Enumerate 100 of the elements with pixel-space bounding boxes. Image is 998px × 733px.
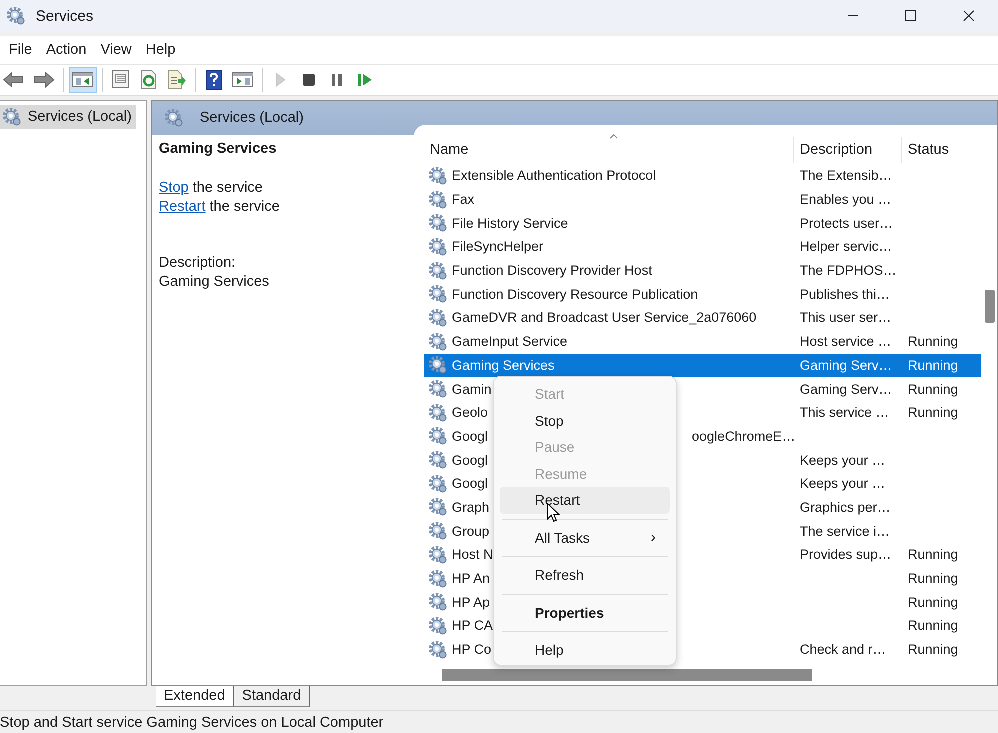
gear-icon [428, 450, 448, 470]
service-action-text: Restart the service [159, 198, 281, 217]
gear-icon [428, 592, 448, 612]
menu-item[interactable]: File [2, 40, 40, 60]
service-status: Running [908, 618, 958, 634]
service-action-link[interactable]: Restart [159, 199, 206, 215]
service-name: Gaming Services [452, 358, 555, 373]
window-title: Services [36, 8, 94, 24]
console-tree-icon [72, 71, 94, 89]
service-status: Running [908, 594, 958, 610]
column-header[interactable]: Name [424, 137, 794, 163]
service-description: Helper servic… [800, 239, 892, 254]
action-pane-icon [232, 71, 254, 89]
panel-title: Services (Local) [200, 110, 304, 126]
service-name: HP An [452, 571, 490, 586]
gear-icon [428, 260, 448, 281]
service-name: HP CA [452, 618, 494, 634]
description-text: Gaming Services [159, 273, 270, 292]
scrollbar-thumb[interactable] [442, 669, 812, 681]
selected-row[interactable]: Gaming Services Gaming Serv… Running [424, 354, 981, 378]
gear-icon [164, 108, 184, 128]
service-name: Geolo [452, 405, 488, 420]
gear-icon [428, 355, 448, 376]
menu-item[interactable]: Action [39, 40, 94, 60]
service-name: Googl [452, 428, 488, 444]
back-arrow-icon [3, 71, 25, 89]
service-action-text: Stop the service [159, 179, 264, 198]
gear-icon [428, 213, 448, 234]
properties-icon [111, 70, 131, 90]
service-name: GameInput Service [452, 334, 568, 350]
service-action-link[interactable]: Stop [159, 180, 189, 196]
stop-icon [302, 73, 316, 87]
gear-icon [428, 402, 448, 423]
play-icon [275, 72, 287, 88]
gear-icon [428, 236, 448, 257]
column-header[interactable]: Description [794, 137, 902, 163]
service-status: Running [908, 405, 958, 420]
menu-item[interactable]: Properties [500, 600, 670, 626]
service-description: The service i… [800, 524, 890, 539]
service-description: Protects user… [800, 216, 894, 231]
service-description: Gaming Serv… [800, 358, 892, 373]
service-name: HP Ap [452, 594, 490, 610]
service-name: GameDVR and Broadcast User Service_2a076060 [452, 310, 757, 326]
sort-icon [610, 134, 618, 139]
menu-item[interactable]: Help [500, 637, 670, 664]
service-name: Gamin [452, 382, 492, 397]
gear-icon [428, 308, 448, 328]
help-icon [206, 70, 222, 90]
service-description: Graphics per… [800, 500, 891, 515]
service-description: Keeps your … [800, 452, 886, 468]
service-status: Running [908, 642, 958, 658]
menu-item[interactable]: All Tasks › [500, 524, 670, 551]
service-status: Running [908, 358, 958, 373]
menu-item[interactable]: Stop [500, 408, 670, 434]
service-status: Running [908, 547, 958, 562]
menu-item[interactable]: Restart [500, 487, 670, 514]
service-name: Googl [452, 476, 488, 492]
scrollbar-thumb[interactable] [985, 290, 995, 323]
menu-item[interactable]: View [94, 40, 139, 60]
service-name: Function Discovery Provider Host [452, 263, 652, 278]
service-title: Gaming Services [159, 141, 278, 157]
gear-icon [428, 332, 448, 352]
status-bar: Stop and Start service Gaming Services on Local Computer [0, 710, 998, 733]
tree-item[interactable]: Services (Local) [0, 105, 136, 129]
view-tab[interactable]: Extended [156, 686, 234, 707]
gear-icon [428, 640, 448, 660]
refresh-icon [140, 70, 158, 90]
gear-icon [428, 497, 448, 518]
service-description: This user ser… [800, 310, 892, 326]
export-list-icon [167, 70, 187, 90]
service-description: Gaming Serv… [800, 382, 892, 397]
service-name: oogleChromeE… [692, 428, 796, 444]
service-name: Extensible Authentication Protocol [452, 168, 656, 184]
maximize-icon [905, 10, 917, 22]
view-tab[interactable]: Standard [234, 686, 310, 707]
service-name: File History Service [452, 216, 568, 231]
menu-item[interactable]: Refresh [500, 562, 670, 588]
service-status: Running [908, 334, 958, 350]
service-name: HP Co [452, 642, 492, 658]
forward-arrow-icon [33, 71, 55, 89]
service-status: Running [908, 571, 958, 586]
gear-icon [428, 166, 448, 186]
menu-item[interactable]: Help [138, 40, 183, 60]
service-status: Running [908, 382, 958, 397]
service-description: Enables you … [800, 192, 892, 208]
service-name: Googl [452, 452, 488, 468]
column-header[interactable]: Status [902, 137, 982, 163]
service-description: The FDPHOS… [800, 263, 897, 278]
gear-icon [428, 568, 448, 589]
service-description: Provides sup… [800, 547, 892, 562]
service-name: Function Discovery Resource Publication [452, 286, 698, 302]
service-description: Keeps your … [800, 476, 886, 492]
close-icon [963, 10, 975, 22]
service-description: The Extensib… [800, 168, 892, 184]
service-name: FileSyncHelper [452, 239, 544, 254]
service-name: Host N [452, 547, 494, 562]
description-label: Description: [159, 254, 237, 273]
gear-icon [2, 107, 22, 127]
service-description: Check and r… [800, 642, 886, 658]
resume-icon [357, 72, 373, 88]
